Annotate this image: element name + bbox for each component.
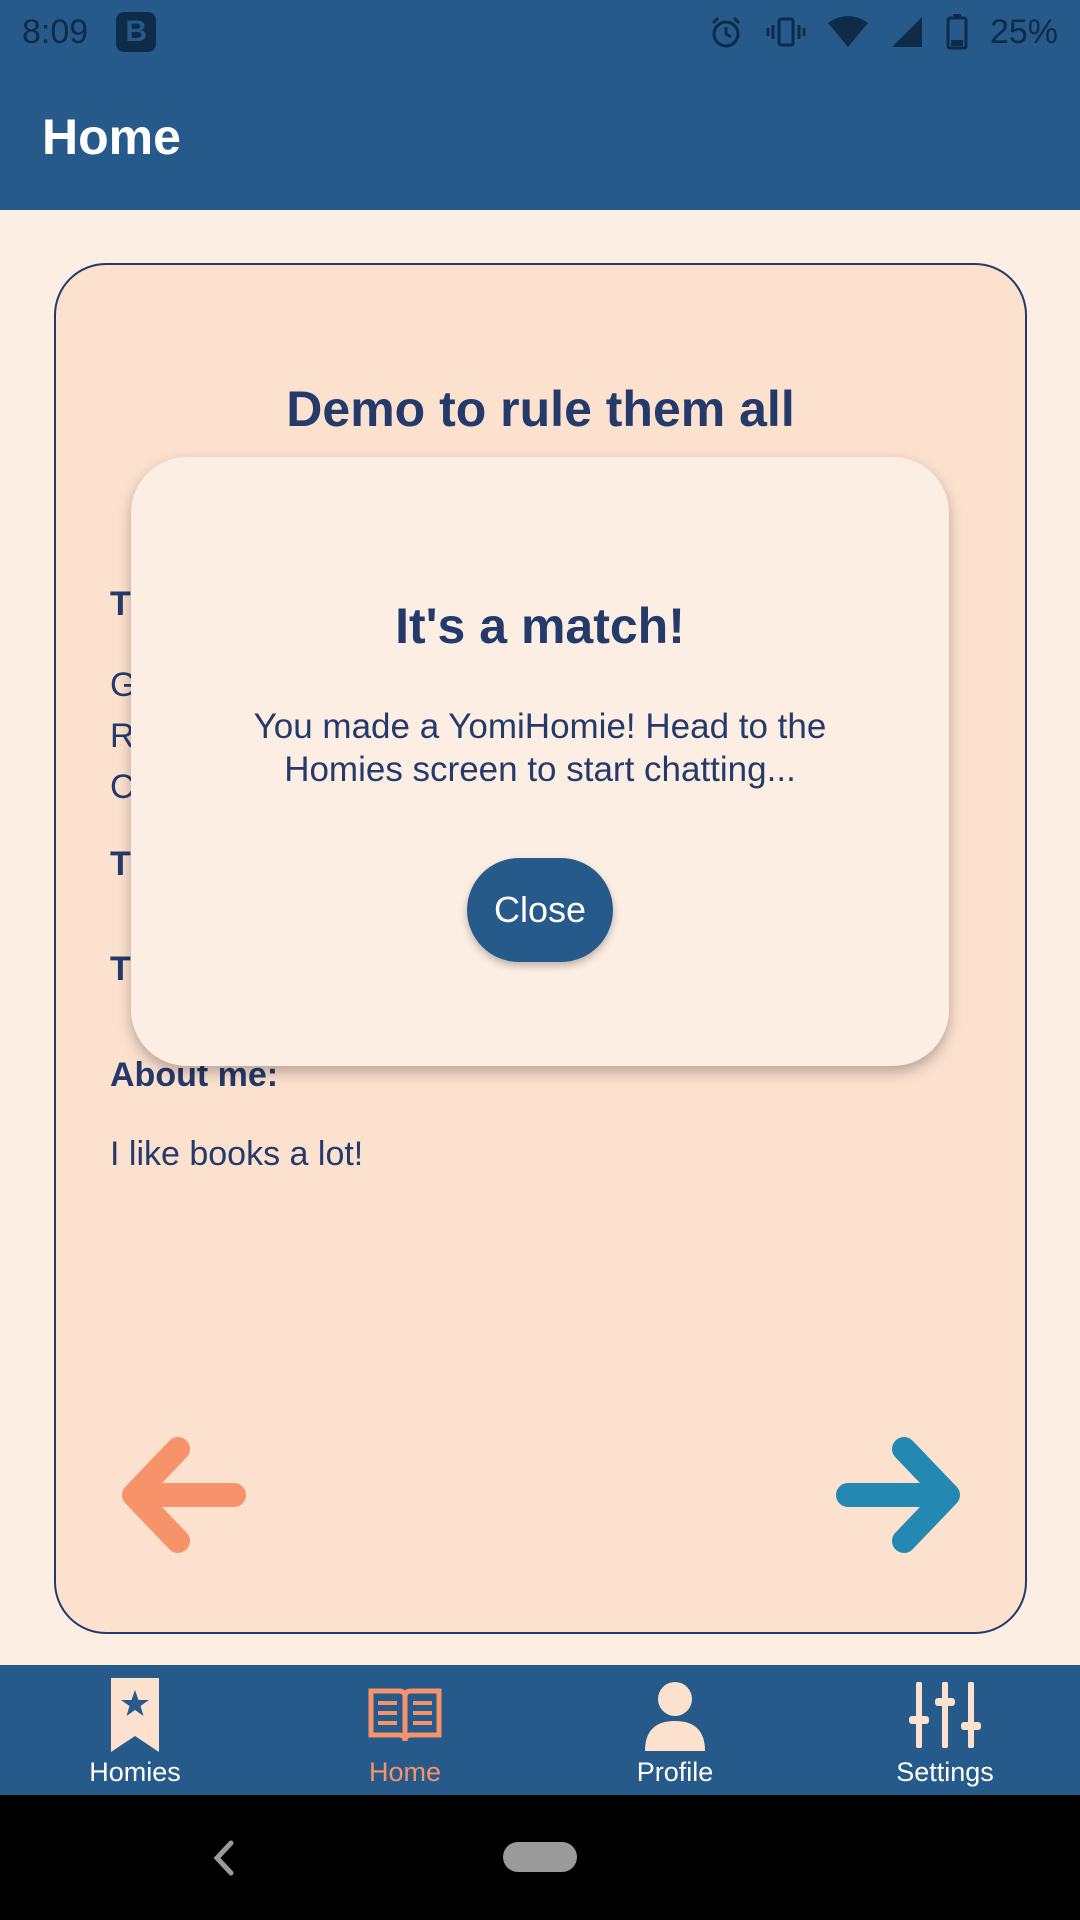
match-dialog: It's a match! You made a YomiHomie! Head… — [131, 457, 949, 1066]
nav-label: Settings — [896, 1757, 994, 1787]
nav-item-profile[interactable]: Profile — [540, 1665, 810, 1795]
card-label-partial-3: T — [110, 950, 131, 988]
sliders-icon — [907, 1675, 983, 1755]
bookmark-star-icon — [97, 1675, 173, 1755]
app-bar: Home — [0, 64, 1080, 210]
vibrate-icon — [766, 17, 806, 47]
status-left: 8:09 B — [22, 12, 157, 52]
dialog-message: You made a YomiHomie! Head to the Homies… — [253, 707, 827, 789]
arrow-left-icon — [122, 1437, 246, 1553]
open-book-icon — [367, 1675, 443, 1755]
status-bar: 8:09 B 25% — [0, 0, 1080, 64]
alarm-icon — [711, 16, 740, 48]
battery-percent: 25% — [989, 12, 1058, 51]
nav-label: Homies — [89, 1757, 181, 1787]
battery-icon — [946, 14, 968, 50]
system-navigation-bar — [0, 1795, 1080, 1920]
wifi-icon — [827, 16, 868, 47]
person-icon — [637, 1675, 713, 1755]
previous-button[interactable] — [106, 1425, 246, 1565]
home-pill[interactable] — [503, 1842, 577, 1872]
profile-name: Demo to rule them all — [286, 381, 795, 437]
status-time: 8:09 — [22, 12, 89, 51]
bottom-navigation: Homies Home Profile Settings — [0, 1665, 1080, 1795]
close-button[interactable]: Close — [467, 858, 613, 962]
arrow-right-icon — [836, 1437, 960, 1553]
back-icon[interactable] — [205, 1835, 241, 1881]
signal-icon — [891, 17, 922, 47]
nav-item-settings[interactable]: Settings — [810, 1665, 1080, 1795]
card-label-partial-2: T — [110, 845, 131, 883]
nav-label: Profile — [636, 1757, 714, 1787]
nav-item-homies[interactable]: Homies — [0, 1665, 270, 1795]
card-label-partial-1: T — [110, 585, 131, 623]
about-me-text: I like books a lot! — [110, 1135, 364, 1173]
nav-label: Home — [368, 1757, 442, 1787]
page-title: Home — [42, 109, 181, 165]
nav-item-home[interactable]: Home — [270, 1665, 540, 1795]
dialog-title: It's a match! — [395, 598, 685, 654]
status-right: 25% — [708, 13, 1058, 52]
next-button[interactable] — [836, 1425, 976, 1565]
app-notification-icon: B — [116, 12, 157, 52]
